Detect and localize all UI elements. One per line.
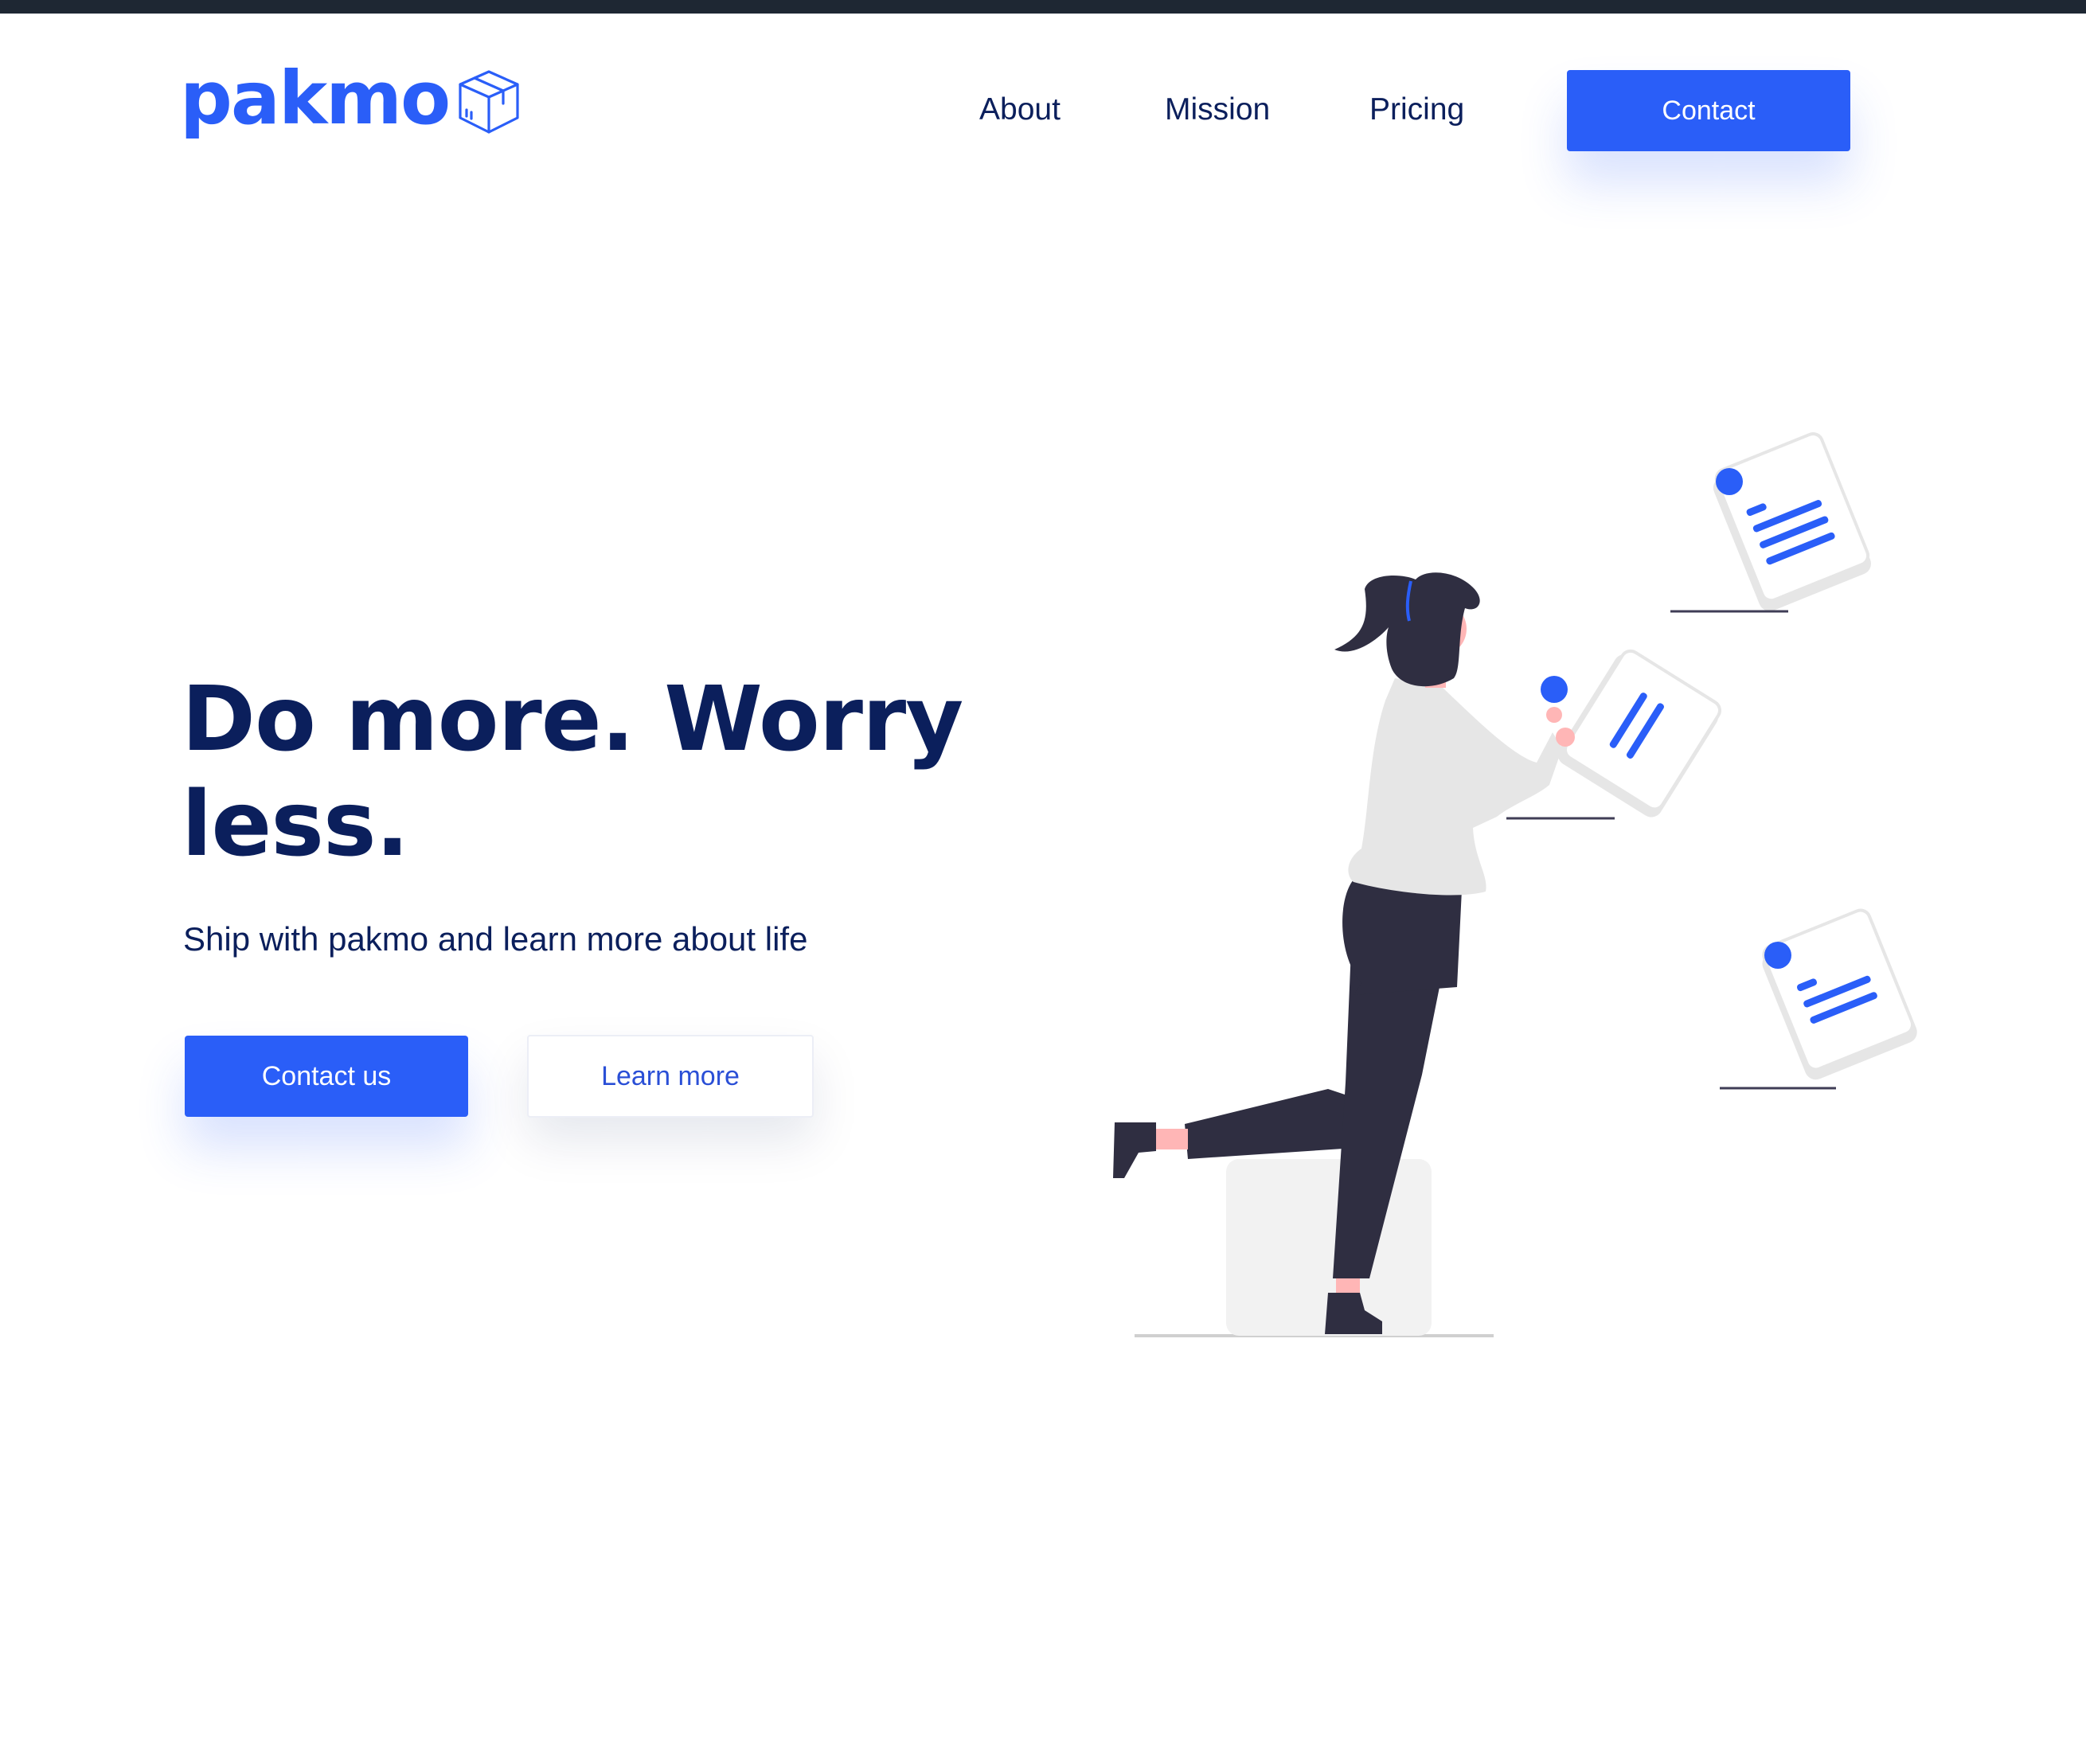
document-2 [1557, 649, 1721, 818]
nav-about[interactable]: About [979, 86, 1061, 134]
document-1 [1713, 432, 1871, 611]
document-1-pin [1716, 468, 1743, 495]
nav-mission[interactable]: Mission [1165, 86, 1270, 134]
document-3-pin [1764, 942, 1791, 969]
contact-us-button[interactable]: Contact us [185, 1036, 468, 1117]
document-3 [1762, 908, 1917, 1080]
browser-top-strip [0, 0, 2086, 14]
document-2-pin [1541, 676, 1568, 703]
logo[interactable]: pakmo [180, 62, 525, 142]
learn-more-button[interactable]: Learn more [527, 1035, 814, 1118]
nav-pricing[interactable]: Pricing [1369, 86, 1464, 134]
woman-figure [1113, 572, 1575, 1334]
hero-title: Do more. Worry less. [182, 668, 963, 876]
hero-subtitle: Ship with pakmo and learn more about lif… [183, 920, 808, 958]
woman-with-documents-illustration [1113, 432, 1917, 1337]
package-box-icon [459, 70, 519, 134]
logo-text: pakmo [180, 56, 451, 141]
contact-button[interactable]: Contact [1567, 70, 1850, 151]
landing-page: pakmo About Mission Pricing Contact Do m… [0, 0, 2086, 1764]
